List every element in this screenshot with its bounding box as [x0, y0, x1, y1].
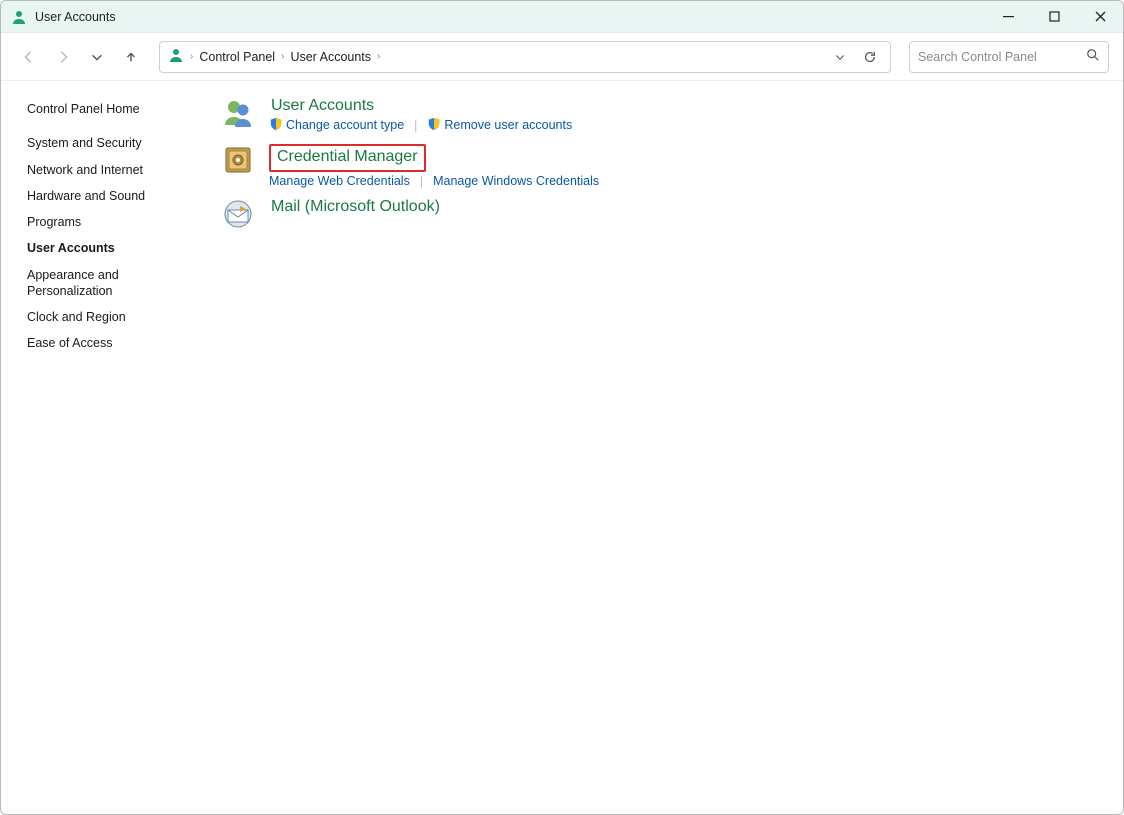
breadcrumb-icon — [168, 47, 184, 66]
sidebar-item[interactable]: Programs — [27, 214, 191, 230]
separator: | — [420, 174, 423, 188]
sidebar-item[interactable]: Hardware and Sound — [27, 188, 191, 204]
category-title-link[interactable]: Credential Manager — [269, 144, 426, 172]
category-title-link[interactable]: User Accounts — [269, 97, 376, 115]
main-content: User Accounts Change account type | Remove … — [201, 81, 1123, 814]
category-sublink-label: Change account type — [286, 118, 404, 132]
category-sublink[interactable]: Change account type — [269, 117, 404, 134]
separator: | — [414, 119, 417, 133]
category-sublink-label: Remove user accounts — [444, 118, 572, 132]
chevron-right-icon: › — [190, 51, 193, 62]
category-sublink[interactable]: Manage Windows Credentials — [433, 174, 599, 188]
forward-button[interactable] — [49, 43, 77, 71]
sidebar-item[interactable]: System and Security — [27, 135, 191, 151]
category-row: Credential Manager Manage Web Credentials… — [221, 144, 1103, 188]
sidebar: Control Panel Home System and Security Net… — [1, 81, 201, 814]
category-body: User Accounts Change account type | Remove … — [269, 97, 572, 134]
maximize-button[interactable] — [1031, 1, 1077, 33]
uac-shield-icon — [427, 117, 441, 134]
app-icon — [11, 9, 27, 25]
sidebar-item[interactable]: Control Panel Home — [27, 101, 191, 117]
category-sublink[interactable]: Manage Web Credentials — [269, 174, 410, 188]
minimize-button[interactable] — [985, 1, 1031, 33]
category-sublinks: Change account type | Remove user accounts — [269, 117, 572, 134]
sidebar-item[interactable]: User Accounts — [27, 240, 191, 256]
sidebar-item[interactable]: Ease of Access — [27, 335, 191, 351]
category-sublink[interactable]: Remove user accounts — [427, 117, 572, 134]
back-button[interactable] — [15, 43, 43, 71]
sidebar-item[interactable]: Clock and Region — [27, 309, 191, 325]
category-row: Mail (Microsoft Outlook) — [221, 198, 1103, 232]
sidebar-item[interactable]: Appearance and Personalization — [27, 267, 191, 300]
refresh-button[interactable] — [858, 45, 882, 69]
window: User Accounts › Control Panel — [0, 0, 1124, 815]
chevron-right-icon: › — [281, 51, 284, 62]
up-button[interactable] — [117, 43, 145, 71]
breadcrumb-root[interactable]: Control Panel — [199, 50, 275, 64]
toolbar: › Control Panel › User Accounts › — [1, 33, 1123, 81]
category-sublink-label: Manage Windows Credentials — [433, 174, 599, 188]
breadcrumb-current-label: User Accounts — [290, 50, 371, 64]
close-button[interactable] — [1077, 1, 1123, 33]
category-row: User Accounts Change account type | Remove … — [221, 97, 1103, 134]
category-sublinks: Manage Web Credentials | Manage Windows Cr… — [269, 174, 599, 188]
address-dropdown-button[interactable] — [828, 45, 852, 69]
breadcrumb-current[interactable]: User Accounts — [290, 50, 371, 64]
category-body: Credential Manager Manage Web Credentials… — [269, 144, 599, 188]
search-icon — [1086, 48, 1100, 65]
search-input[interactable] — [918, 50, 1080, 64]
uac-shield-icon — [269, 117, 283, 134]
recent-locations-button[interactable] — [83, 43, 111, 71]
address-bar[interactable]: › Control Panel › User Accounts › — [159, 41, 891, 73]
sidebar-item[interactable]: Network and Internet — [27, 162, 191, 178]
titlebar: User Accounts — [1, 1, 1123, 33]
category-icon — [221, 198, 255, 232]
category-icon — [221, 144, 255, 178]
category-sublink-label: Manage Web Credentials — [269, 174, 410, 188]
category-title-link[interactable]: Mail (Microsoft Outlook) — [269, 198, 442, 216]
search-box[interactable] — [909, 41, 1109, 73]
window-title: User Accounts — [35, 10, 985, 24]
breadcrumb-root-label: Control Panel — [199, 50, 275, 64]
content-area: Control Panel Home System and Security Net… — [1, 81, 1123, 814]
category-icon — [221, 97, 255, 131]
category-body: Mail (Microsoft Outlook) — [269, 198, 442, 232]
chevron-right-icon: › — [377, 51, 380, 62]
